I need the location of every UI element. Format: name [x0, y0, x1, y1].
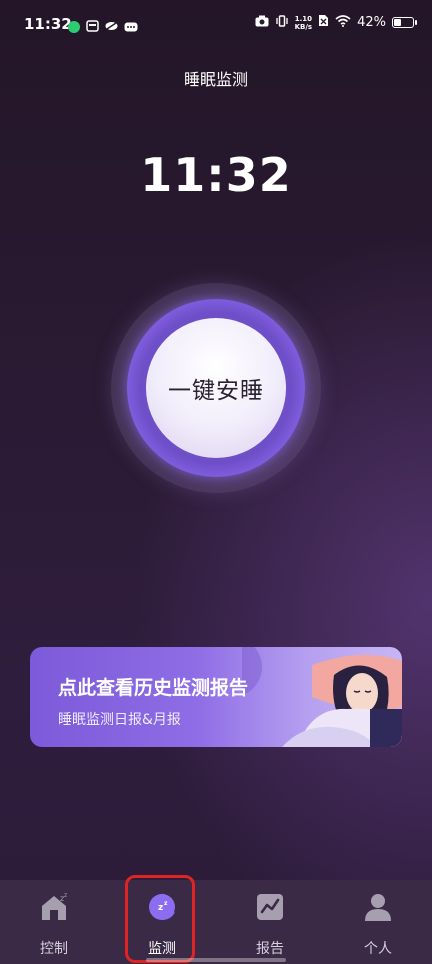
notification-box-icon — [86, 17, 99, 36]
svg-text:z: z — [158, 903, 163, 913]
nav-label-report: 报告 — [256, 941, 284, 957]
home-indicator — [146, 958, 286, 962]
battery-percent: 42% — [357, 15, 386, 30]
wifi-icon — [335, 14, 351, 31]
nav-label-monitor: 监测 — [148, 941, 176, 957]
one-tap-sleep-label: 一键安睡 — [168, 378, 264, 404]
bottom-nav: z z 控制 z z 监测 报告 个人 — [0, 880, 432, 964]
svg-text:z: z — [164, 900, 168, 907]
clock-display: 11:32 — [140, 148, 292, 202]
status-right: 1.10 KB/s 42% — [255, 14, 417, 31]
network-speed: 1.10 KB/s — [295, 15, 312, 31]
person-icon — [365, 894, 391, 921]
network-speed-value: 1.10 — [294, 14, 312, 23]
network-speed-unit: KB/s — [294, 22, 313, 31]
no-sim-icon — [318, 14, 329, 31]
page-title: 睡眠监测 — [183, 70, 248, 89]
battery-icon — [392, 17, 417, 28]
chart-icon — [257, 894, 283, 920]
nav-label-profile: 个人 — [364, 941, 392, 957]
notification-more-icon — [124, 17, 138, 36]
nav-item-monitor[interactable]: z z 监测 — [108, 880, 216, 964]
history-card-title: 点此查看历史监测报告 — [58, 677, 249, 699]
status-bar: 11:32 1.10 KB/s 42% — [0, 0, 432, 52]
notification-app-icon — [68, 20, 80, 33]
home-sleep-icon: z z — [42, 892, 67, 920]
sleeping-woman-illustration — [242, 647, 402, 747]
nav-label-control: 控制 — [40, 941, 68, 957]
vibrate-icon — [275, 14, 289, 31]
nav-item-profile[interactable]: 个人 — [324, 880, 432, 964]
svg-text:z: z — [64, 892, 67, 899]
one-tap-sleep-button[interactable]: 一键安睡 — [146, 318, 286, 458]
history-card-subtitle: 睡眠监测日报&月报 — [58, 712, 181, 728]
notification-icons — [68, 17, 138, 36]
moon-icon: z z — [149, 893, 175, 920]
camera-icon — [255, 15, 269, 31]
status-time: 11:32 — [24, 15, 72, 33]
history-report-card[interactable]: 点此查看历史监测报告 睡眠监测日报&月报 — [30, 647, 402, 747]
nav-item-control[interactable]: z z 控制 — [0, 880, 108, 964]
battery-fill — [394, 19, 401, 26]
notification-leaf-icon — [105, 17, 118, 36]
nav-item-report[interactable]: 报告 — [216, 880, 324, 964]
